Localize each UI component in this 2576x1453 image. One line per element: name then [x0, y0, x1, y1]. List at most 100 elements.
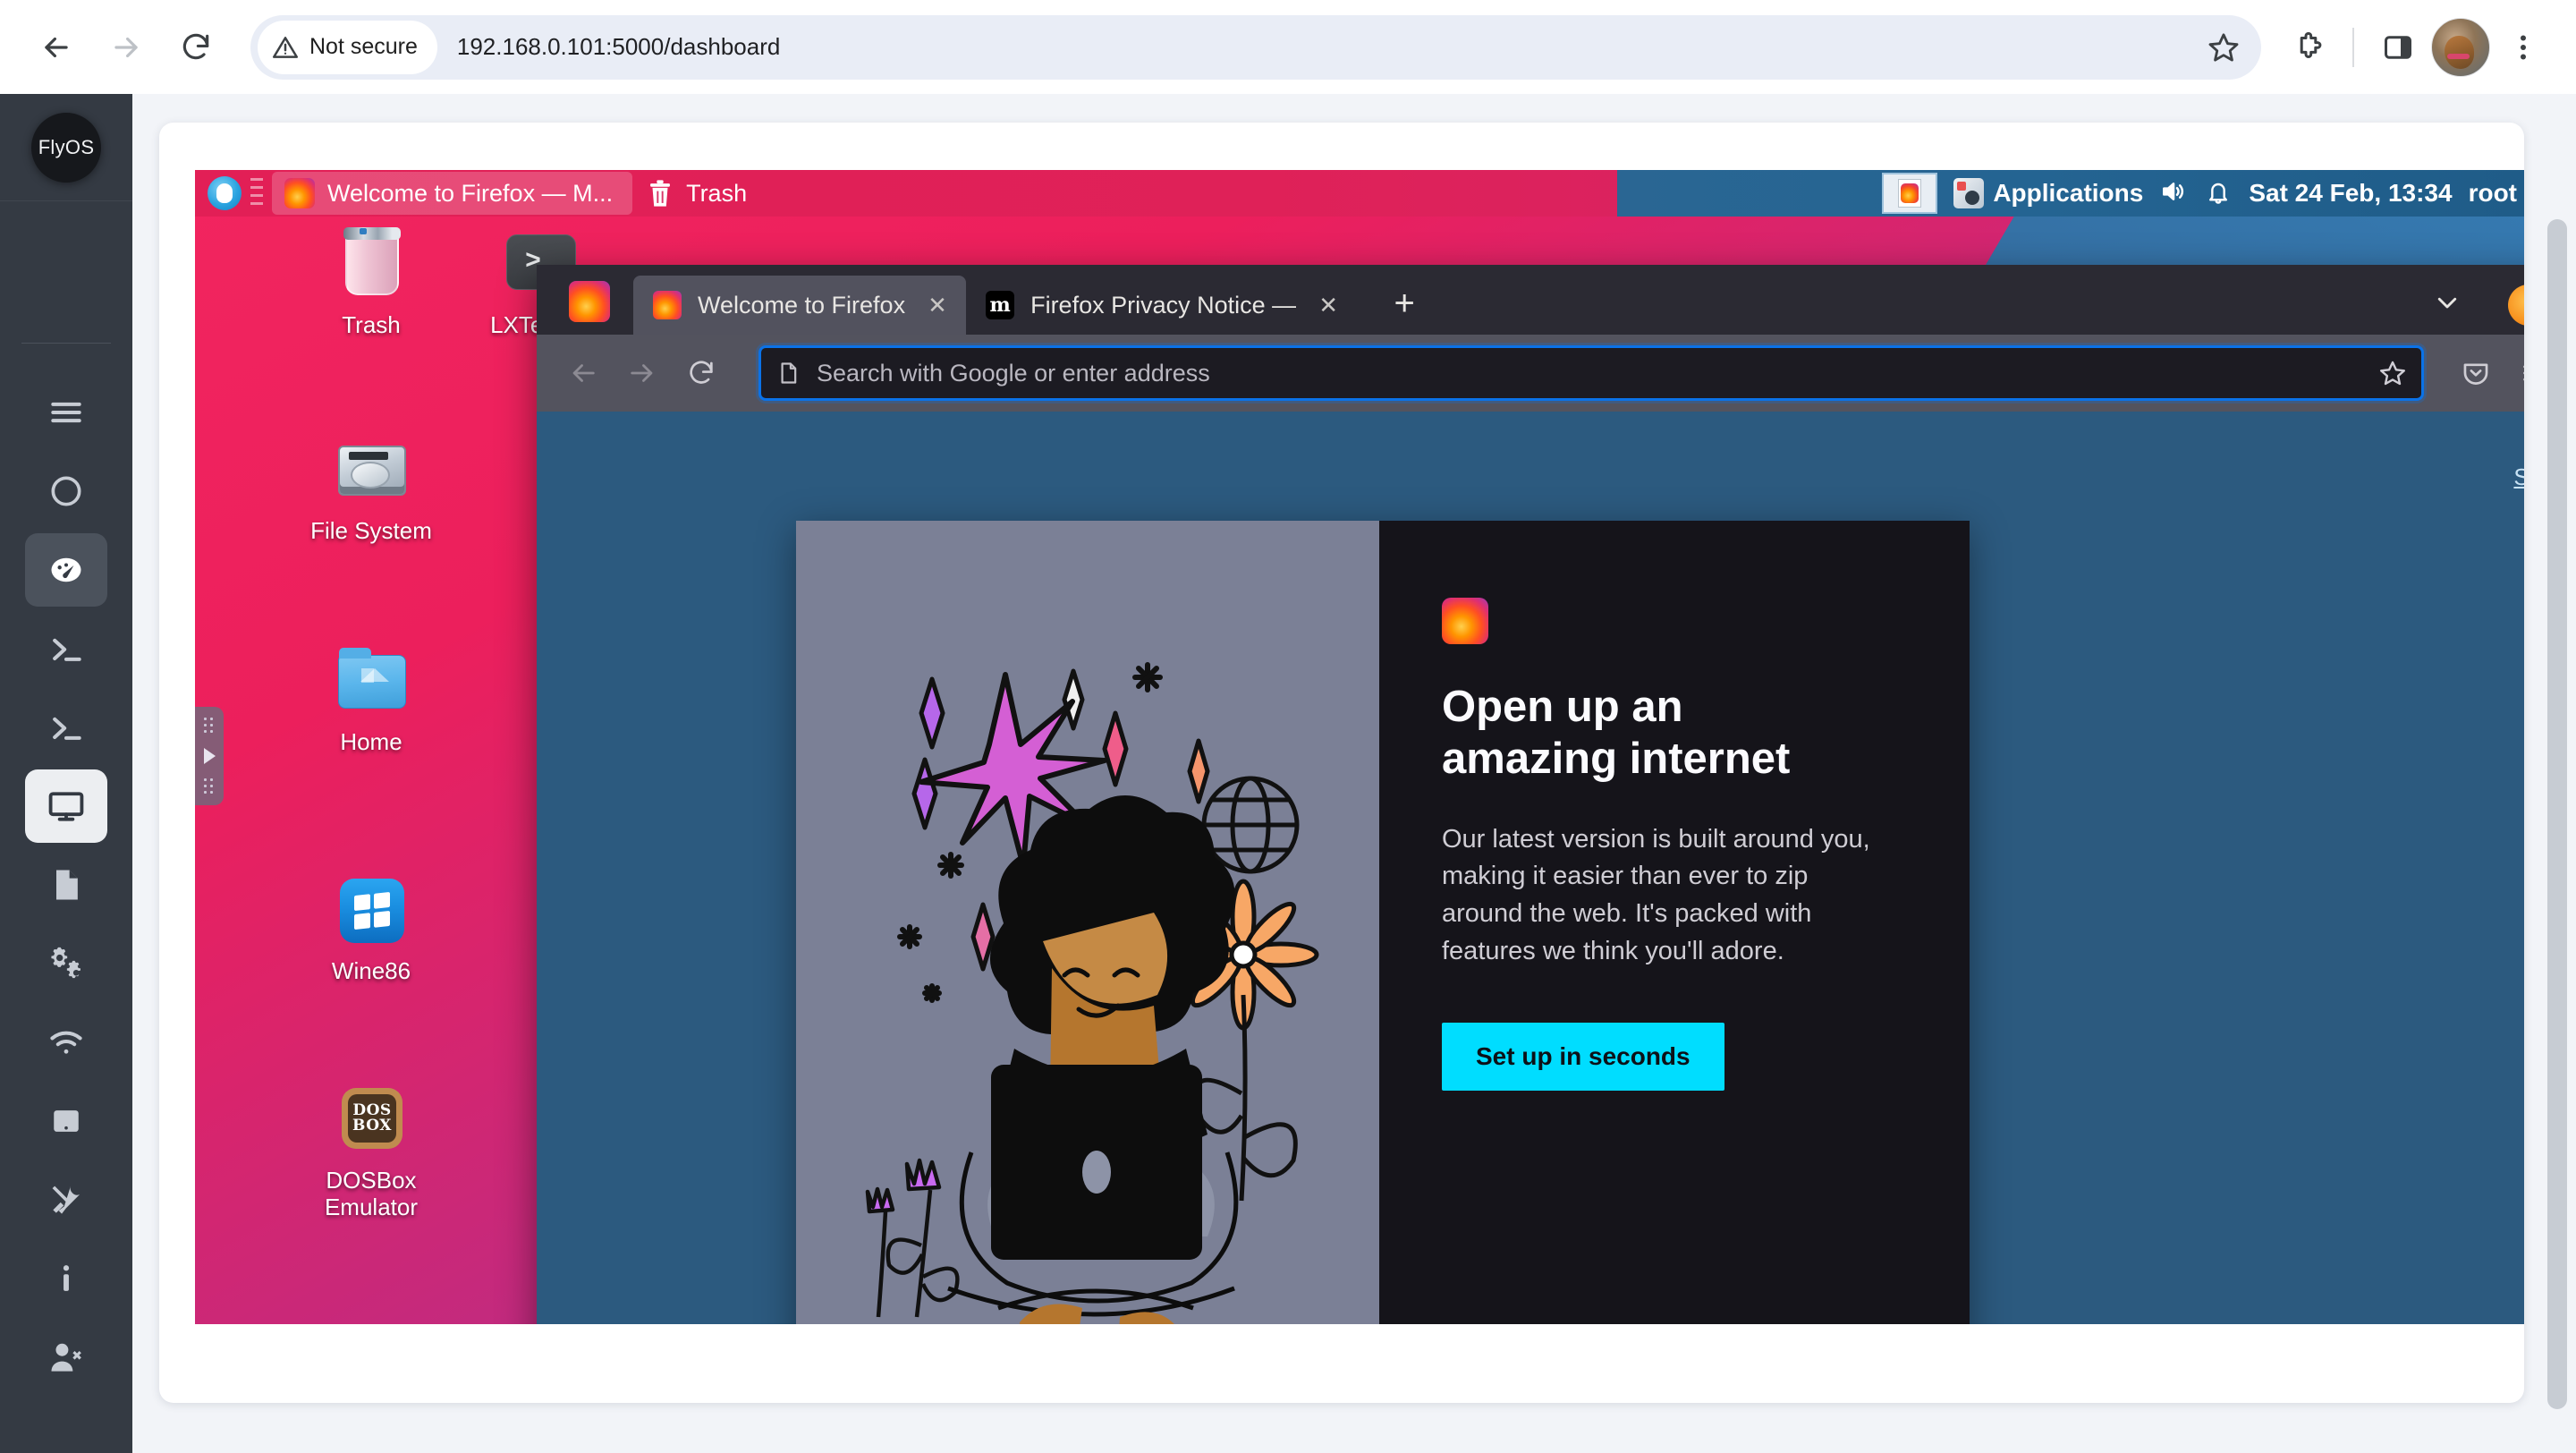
panel-grip-icon[interactable]	[250, 178, 265, 208]
firefox-url-bar[interactable]: Search with Google or enter address	[758, 345, 2424, 401]
chrome-menu-button[interactable]	[2494, 18, 2553, 77]
close-icon[interactable]: ✕	[1312, 289, 1344, 321]
brand-area: FlyOS	[0, 94, 132, 201]
firefox-nav-bar: Search with Google or enter address	[537, 335, 2524, 412]
taskbar-item-trash[interactable]: Trash	[640, 172, 767, 215]
notifications-button[interactable]	[2204, 177, 2233, 210]
omnibox[interactable]: Not secure 192.168.0.101:5000/dashboard	[250, 14, 2261, 80]
desktop-icon-label: Trash	[342, 311, 401, 338]
brand-logo[interactable]: FlyOS	[31, 112, 101, 183]
warning-triangle-icon	[273, 36, 298, 58]
page-icon	[781, 362, 797, 384]
sidebar-item-files[interactable]	[25, 848, 107, 922]
pocket-icon	[2463, 363, 2488, 385]
desktop-icon-wine86[interactable]: Wine86	[286, 871, 456, 984]
profile-avatar[interactable]	[2431, 17, 2490, 77]
list-all-tabs-button[interactable]	[2422, 277, 2472, 327]
sidebar-item-terminal-1[interactable]	[25, 612, 107, 685]
onboarding-body: Our latest version is built around you, …	[1442, 824, 1870, 965]
sidebar-item-logout[interactable]	[25, 1321, 107, 1394]
page-scrollbar-thumb[interactable]	[2547, 219, 2567, 1409]
firefox-menu-button[interactable]	[2508, 346, 2524, 400]
security-label: Not secure	[309, 34, 418, 59]
star-icon[interactable]	[2378, 359, 2407, 387]
firefox-icon	[284, 178, 315, 208]
sidebar-item-circle[interactable]	[25, 455, 107, 528]
wifi-icon	[50, 1031, 82, 1054]
main-area: Welcome to Firefox — M... Trash Applicat…	[132, 94, 2576, 1453]
file-icon	[56, 870, 78, 900]
sidebar-item-menu[interactable]	[25, 376, 107, 449]
arrow-left-icon	[45, 37, 68, 57]
sidebar-item-display[interactable]	[25, 769, 107, 843]
sidebar-item-terminal-2[interactable]	[25, 691, 107, 764]
account-circle-icon[interactable]	[2508, 285, 2524, 326]
desktop-icon-home[interactable]: Home	[286, 642, 456, 755]
star-icon	[2208, 32, 2239, 62]
sidebar-item-tools[interactable]	[25, 1163, 107, 1236]
arrow-right-icon	[114, 37, 138, 57]
firefox-window[interactable]: Welcome to Firefox ✕ m Firefox Privacy N…	[537, 265, 2524, 1324]
desktop-icon-dosbox[interactable]: DOS BOX DOSBox Emulator	[286, 1081, 456, 1220]
firefox-reload-button[interactable]	[674, 346, 728, 400]
set-up-button[interactable]: Set up in seconds	[1442, 1022, 1724, 1091]
taskbar-item-firefox[interactable]: Welcome to Firefox — M...	[272, 172, 633, 215]
pocket-button[interactable]	[2449, 346, 2503, 400]
onboarding-text-panel: Open up an amazing internet Our latest v…	[1379, 521, 1970, 1324]
chevron-down-icon	[2437, 297, 2457, 309]
home-folder-icon	[333, 642, 410, 719]
browser-forward-button[interactable]	[93, 14, 159, 81]
new-tab-button[interactable]: +	[1380, 279, 1428, 327]
firefox-icon	[653, 291, 682, 319]
firefox-content-area: Sig	[537, 412, 2524, 1324]
sign-in-link[interactable]: Sig	[2513, 463, 2524, 491]
reload-icon	[182, 33, 209, 59]
applications-menu-icon	[1953, 178, 1985, 208]
xfce-top-panel: Welcome to Firefox — M... Trash Applicat…	[195, 170, 2524, 217]
vnc-control-handle[interactable]	[195, 707, 224, 805]
extensions-button[interactable]	[2279, 18, 2338, 77]
firefox-tab-welcome[interactable]: Welcome to Firefox ✕	[633, 276, 967, 335]
volume-button[interactable]	[2159, 177, 2188, 210]
close-icon[interactable]: ✕	[921, 289, 953, 321]
page-scrollbar[interactable]	[2547, 219, 2567, 1409]
url-text[interactable]: 192.168.0.101:5000/dashboard	[457, 33, 780, 61]
desktop-icon-trash[interactable]: Trash	[286, 225, 456, 338]
firefox-back-button[interactable]	[556, 346, 610, 400]
sidebar-item-network[interactable]	[25, 1006, 107, 1079]
toolbar-divider	[2352, 27, 2354, 67]
applications-menu-button[interactable]: Applications	[1953, 178, 2143, 208]
firefox-tab-privacy-notice[interactable]: m Firefox Privacy Notice — ✕	[966, 276, 1357, 335]
trash-icon	[650, 180, 671, 207]
onboarding-heading: Open up an amazing internet	[1442, 683, 1791, 783]
mozilla-icon: m	[986, 291, 1015, 319]
side-panel-icon	[2385, 35, 2411, 59]
bookmark-button[interactable]	[2197, 21, 2250, 74]
panel-clock[interactable]: Sat 24 Feb, 13:34	[2249, 179, 2452, 208]
site-security-chip[interactable]: Not secure	[258, 20, 437, 74]
hamburger-icon	[51, 402, 81, 423]
panel-user[interactable]: root	[2469, 179, 2517, 208]
browser-reload-button[interactable]	[163, 14, 229, 81]
vnc-canvas[interactable]: Welcome to Firefox — M... Trash Applicat…	[195, 170, 2524, 1324]
sidebar-item-device[interactable]	[25, 1084, 107, 1158]
sidebar-item-dashboard[interactable]	[25, 533, 107, 607]
side-panel-button[interactable]	[2368, 18, 2428, 77]
bell-icon	[2209, 183, 2228, 204]
firefox-tab-bar: Welcome to Firefox ✕ m Firefox Privacy N…	[537, 265, 2524, 335]
three-dot-menu-icon	[2521, 35, 2526, 59]
hamburger-icon	[2523, 365, 2524, 381]
window-thumbnail-button[interactable]	[1882, 173, 1938, 214]
monitor-icon	[48, 792, 84, 821]
applications-label: Applications	[1993, 179, 2144, 207]
browser-back-button[interactable]	[23, 14, 89, 81]
firefox-icon	[569, 281, 610, 322]
info-icon	[63, 1265, 70, 1291]
sidebar-item-settings[interactable]	[25, 927, 107, 1000]
puzzle-piece-icon	[2300, 31, 2322, 58]
dosbox-bottom-text: BOX	[352, 1117, 392, 1134]
mouse-cursor-icon[interactable]	[208, 176, 242, 210]
desktop-icon-file-system[interactable]: File System	[286, 431, 456, 544]
firefox-forward-button[interactable]	[615, 346, 669, 400]
sidebar-item-info[interactable]	[25, 1242, 107, 1315]
